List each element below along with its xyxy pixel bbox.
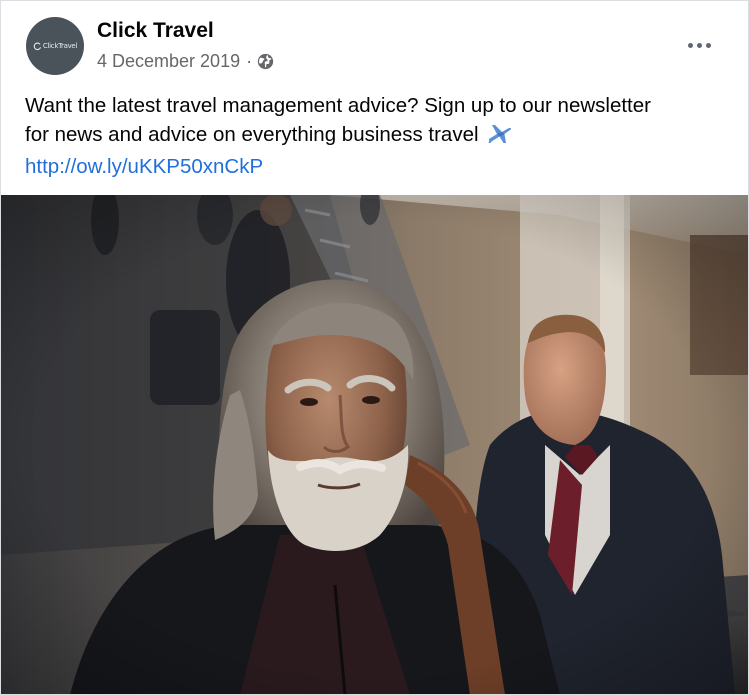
- post-header: ClickTravel Click Travel 4 December 2019…: [0, 0, 749, 88]
- logo-text: ClickTravel: [42, 42, 78, 50]
- airplane-icon: [486, 122, 513, 152]
- post-message: Want the latest travel management advice…: [25, 91, 740, 181]
- click-travel-logo: ClickTravel: [33, 42, 77, 51]
- post-text-line-2: for news and advice on everything busine…: [25, 123, 479, 146]
- newsletter-link[interactable]: http://ow.ly/uKKP50xnCkP: [25, 155, 263, 178]
- facebook-post: ClickTravel Click Travel 4 December 2019…: [0, 0, 749, 695]
- post-text-line-1: Want the latest travel management advice…: [25, 94, 651, 117]
- post-date-link[interactable]: 4 December 2019: [97, 51, 240, 72]
- post-photo[interactable]: [0, 195, 749, 695]
- page-avatar[interactable]: ClickTravel: [26, 17, 84, 75]
- logo-swirl-icon: [33, 42, 41, 50]
- post-meta: 4 December 2019 ·: [97, 51, 274, 72]
- more-options-icon: [687, 42, 693, 48]
- more-options-button[interactable]: [678, 30, 720, 60]
- more-options-icon: [696, 42, 702, 48]
- globe-icon: [257, 53, 274, 70]
- post-text-line: for news and advice on everything busine…: [25, 120, 740, 152]
- page-name-link[interactable]: Click Travel: [97, 19, 214, 43]
- post-text-line: Want the latest travel management advice…: [25, 91, 740, 120]
- meta-separator: ·: [246, 51, 253, 71]
- more-options-icon: [705, 42, 711, 48]
- post-text-line: http://ow.ly/uKKP50xnCkP: [25, 152, 740, 181]
